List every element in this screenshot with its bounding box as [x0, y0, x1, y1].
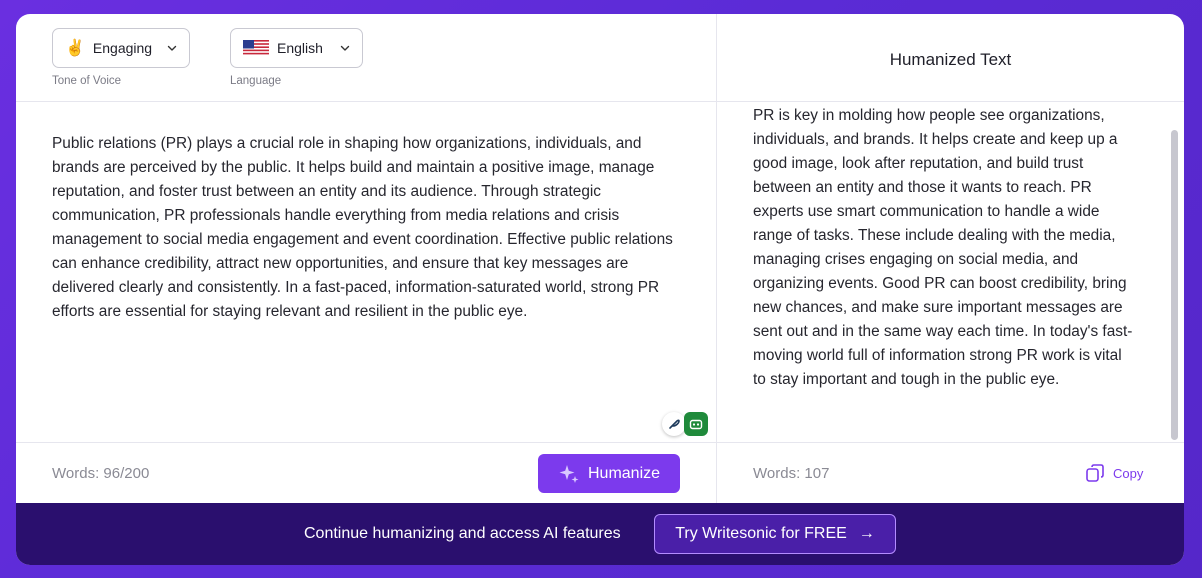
output-text-area[interactable]: PR is key in molding how people see orga…	[753, 104, 1133, 434]
tone-dropdown-label: Engaging	[92, 40, 153, 56]
language-dropdown-label: English	[277, 40, 323, 56]
language-dropdown[interactable]: English	[230, 28, 363, 68]
copy-button[interactable]: Copy	[1085, 463, 1143, 483]
victory-hand-icon: ✌️	[65, 40, 85, 57]
try-writesonic-label: Try Writesonic for FREE	[675, 525, 847, 542]
tone-dropdown[interactable]: ✌️ Engaging	[52, 28, 190, 68]
ai-detector-badges[interactable]	[662, 412, 708, 436]
output-scrollbar[interactable]	[1171, 130, 1178, 440]
input-panel: ✌️ Engaging Tone of Voice English Langua…	[16, 14, 716, 503]
output-word-count: Words: 107	[753, 465, 830, 482]
copy-button-label: Copy	[1113, 465, 1144, 481]
promo-banner: Continue humanizing and access AI featur…	[16, 503, 1184, 565]
output-header: Humanized Text	[717, 14, 1184, 102]
output-title: Humanized Text	[889, 50, 1012, 69]
humanize-button-label: Humanize	[587, 464, 661, 482]
arrow-right-icon: →	[858, 525, 875, 542]
try-writesonic-button[interactable]: Try Writesonic for FREE →	[654, 514, 896, 554]
humanizer-card: ✌️ Engaging Tone of Voice English Langua…	[16, 14, 1184, 565]
input-word-count: Words: 96/200	[52, 465, 150, 482]
promo-banner-text: Continue humanizing and access AI featur…	[304, 525, 621, 542]
language-caption: Language	[230, 75, 282, 87]
output-panel: Humanized Text PR is key in molding how …	[716, 14, 1184, 503]
copy-icon	[1086, 464, 1104, 482]
output-footer: Words: 107 Copy	[717, 442, 1184, 503]
controls-row: ✌️ Engaging Tone of Voice English Langua…	[16, 14, 716, 102]
tone-caption: Tone of Voice	[52, 75, 122, 87]
input-footer: Words: 96/200 Humanize	[16, 442, 716, 503]
sparkle-icon	[559, 464, 579, 483]
us-flag-icon	[243, 40, 269, 56]
chevron-down-icon	[340, 45, 350, 51]
humanize-button[interactable]: Humanize	[538, 454, 680, 493]
robot-icon[interactable]	[684, 412, 708, 436]
chevron-down-icon	[167, 45, 177, 51]
input-text-area[interactable]: Public relations (PR) plays a crucial ro…	[52, 132, 688, 432]
feather-icon[interactable]	[662, 412, 686, 436]
